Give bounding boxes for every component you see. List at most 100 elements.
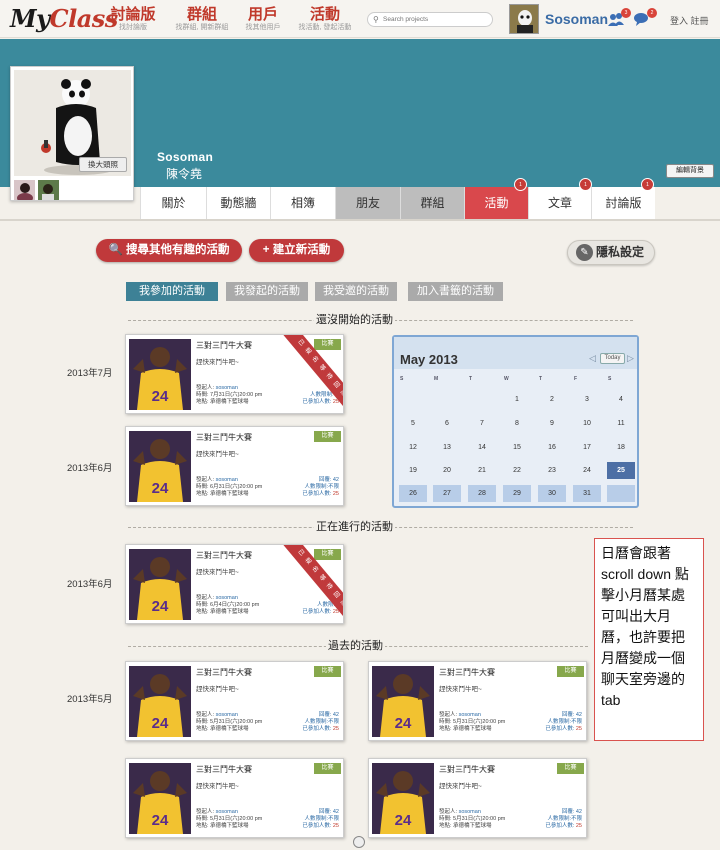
nav-users[interactable]: 用戶 找其他用戶 [241,6,285,33]
calendar-day-cell[interactable] [433,391,461,408]
host-link[interactable]: sosoman [216,595,238,601]
tab-about[interactable]: 關於 [140,187,206,219]
user-avatar[interactable] [509,4,539,34]
scroll-icon[interactable] [353,836,365,848]
calendar-day-cell[interactable]: 17 [573,439,601,456]
event-joined: 已參加人數: 25 [302,609,339,616]
search-events-label: 搜尋其他有趣的活動 [126,244,230,256]
change-photo-button[interactable]: 換大頭照 [79,157,127,172]
tab-events[interactable]: 活動 1 [464,178,528,219]
tab-groups[interactable]: 群組 [400,187,464,219]
calendar-day-cell[interactable]: 5 [399,415,427,432]
calendar-day-cell[interactable]: 23 [538,462,566,479]
calendar-today-cell[interactable]: 25 [607,462,635,479]
tab-events-label: 活動 [484,196,509,210]
calendar-day-cell[interactable]: 18 [607,439,635,456]
calendar-day-cell[interactable]: 12 [399,439,427,456]
calendar-weekday: S [400,376,404,382]
album-thumb-1[interactable] [14,180,35,200]
event-card[interactable]: 24 三對三鬥牛大賽 趕快來鬥牛吧~ 比賽 發起人: sosoman 時間: 5… [368,661,587,741]
calendar-day-cell[interactable]: 6 [433,415,461,432]
myclass-logo[interactable]: MyClass [10,4,118,33]
calendar-day-cell[interactable]: 15 [503,439,531,456]
search-box[interactable]: ⚲ [367,12,493,27]
mini-calendar[interactable]: May 2013 ◁ Today ▷ S M T W T F S 1 2 3 4 5 6 7 8 9 10 11 1… [392,335,639,508]
calendar-day-cell[interactable]: 20 [433,462,461,479]
calendar-day-cell[interactable]: 1 [503,391,531,408]
search-events-button[interactable]: 🔍 搜尋其他有趣的活動 [96,239,242,262]
host-link[interactable]: sosoman [459,809,481,815]
event-card[interactable]: 24 三對三鬥牛大賽 趕快來鬥牛吧~ 比賽 發起人: sosoman 時間: 5… [125,661,344,741]
tab-friends[interactable]: 朋友 [335,187,400,219]
calendar-day-cell[interactable]: 27 [433,485,461,502]
calendar-next-icon[interactable]: ▷ [627,353,634,364]
event-title[interactable]: 三對三鬥牛大賽 [196,340,252,351]
event-card[interactable]: 24 三對三鬥牛大賽 趕快來鬥牛吧~ 比賽 發起人: sosoman 時間: 6… [125,544,344,624]
calendar-day-cell[interactable] [468,391,496,408]
calendar-day-cell[interactable]: 28 [468,485,496,502]
host-link[interactable]: sosoman [216,809,238,815]
calendar-day-cell[interactable]: 10 [573,415,601,432]
event-title[interactable]: 三對三鬥牛大賽 [196,432,252,443]
event-joined: 已參加人數: 25 [302,399,339,406]
calendar-day-cell[interactable]: 2 [538,391,566,408]
calendar-today-button[interactable]: Today [600,353,625,364]
event-subtitle: 趕快來鬥牛吧~ [439,686,482,693]
calendar-day-cell[interactable]: 8 [503,415,531,432]
nav-discussion[interactable]: 討論版 找討論版 [108,6,158,33]
calendar-day-cell[interactable]: 26 [399,485,427,502]
host-link[interactable]: sosoman [459,712,481,718]
calendar-day-cell[interactable]: 16 [538,439,566,456]
tab-photos[interactable]: 相簿 [270,187,335,219]
event-title[interactable]: 三對三鬥牛大賽 [439,667,495,678]
host-link[interactable]: sosoman [216,385,238,391]
event-card[interactable]: 24 三對三鬥牛大賽 趕快來鬥牛吧~ 比賽 發起人: sosoman 時間: 7… [125,334,344,414]
filter-bookmarked-events[interactable]: 加入書籤的活動 [408,282,503,301]
user-name-link[interactable]: Sosoman [545,11,608,27]
event-limit: 人數限制:不限 [304,719,339,725]
calendar-day-cell[interactable]: 14 [468,439,496,456]
event-card[interactable]: 24 三對三鬥牛大賽 趕快來鬥牛吧~ 比賽 發起人: sosoman 時間: 5… [368,758,587,838]
calendar-day-cell[interactable]: 29 [503,485,531,502]
calendar-day-cell[interactable]: 13 [433,439,461,456]
filter-joined-events[interactable]: 我參加的活動 [126,282,218,301]
tab-articles[interactable]: 文章 1 [528,178,592,219]
calendar-prev-icon[interactable]: ◁ [589,353,596,364]
edit-background-button[interactable]: 編輯背景 [666,164,714,178]
calendar-day-cell[interactable]: 19 [399,462,427,479]
search-input[interactable] [383,14,488,25]
calendar-day-cell[interactable]: 22 [503,462,531,479]
filter-hosted-events[interactable]: 我發起的活動 [226,282,308,301]
login-register-link[interactable]: 登入 註冊 [670,14,709,27]
calendar-day-cell[interactable]: 30 [538,485,566,502]
nav-events[interactable]: 活動 找活動, 發起活動 [292,6,358,33]
album-thumb-2[interactable] [38,180,59,200]
calendar-day-cell[interactable]: 7 [468,415,496,432]
host-link[interactable]: sosoman [216,712,238,718]
host-link[interactable]: sosoman [216,477,238,483]
calendar-day-cell[interactable]: 31 [573,485,601,502]
calendar-day-cell[interactable]: 3 [573,391,601,408]
event-host: 發起人: sosoman [439,809,481,816]
nav-groups[interactable]: 群組 找群組, 開新群組 [170,6,234,33]
event-replies: 回覆: 42 [561,809,582,815]
event-card[interactable]: 24 三對三鬥牛大賽 趕快來鬥牛吧~ 比賽 發起人: sosoman 時間: 6… [125,426,344,506]
event-title[interactable]: 三對三鬥牛大賽 [196,764,252,775]
calendar-day-cell[interactable] [399,391,427,408]
calendar-day-cell[interactable] [607,485,635,502]
messages-badge: 2 [647,8,657,18]
tab-wall[interactable]: 動態牆 [206,187,270,219]
calendar-day-cell[interactable]: 4 [607,391,635,408]
event-card[interactable]: 24 三對三鬥牛大賽 趕快來鬥牛吧~ 比賽 發起人: sosoman 時間: 5… [125,758,344,838]
event-title[interactable]: 三對三鬥牛大賽 [439,764,495,775]
filter-invited-events[interactable]: 我受邀的活動 [315,282,397,301]
create-event-button[interactable]: + 建立新活動 [249,239,344,262]
calendar-day-cell[interactable]: 11 [607,415,635,432]
event-title[interactable]: 三對三鬥牛大賽 [196,667,252,678]
privacy-settings-button[interactable]: ✎ 隱私設定 [567,240,655,265]
calendar-day-cell[interactable]: 24 [573,462,601,479]
calendar-day-cell[interactable]: 21 [468,462,496,479]
tab-forum[interactable]: 討論版 1 [591,178,655,219]
calendar-day-cell[interactable]: 9 [538,415,566,432]
event-title[interactable]: 三對三鬥牛大賽 [196,550,252,561]
